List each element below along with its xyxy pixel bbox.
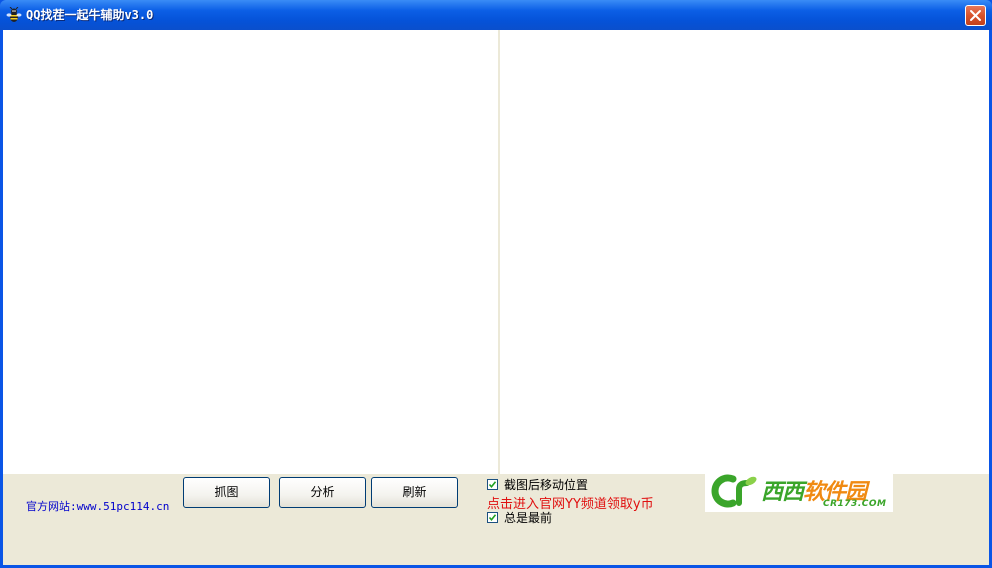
- bee-icon: [6, 6, 22, 23]
- checkmark-icon: [488, 480, 497, 488]
- move-after-capture-label: 截图后移动位置: [504, 477, 589, 492]
- left-image-pane[interactable]: [3, 30, 498, 474]
- title-bar[interactable]: QQ找茬一起牛辅助v3.0: [0, 0, 992, 30]
- right-image-pane[interactable]: [500, 30, 989, 474]
- app-window: QQ找茬一起牛辅助v3.0 官方网站:www.51pc114.cn 抓图 分析 …: [0, 0, 992, 568]
- close-button[interactable]: [965, 5, 986, 26]
- logo-domain: CR173.COM: [823, 499, 887, 509]
- cr173-logo: 西西软件园 CR173.COM: [705, 470, 893, 512]
- checkmark-icon: [488, 513, 497, 521]
- window-title: QQ找茬一起牛辅助v3.0: [26, 8, 154, 22]
- always-on-top-label: 总是最前: [504, 510, 553, 525]
- move-after-capture-option[interactable]: 截图后移动位置: [487, 477, 589, 492]
- refresh-button[interactable]: 刷新: [371, 477, 458, 508]
- cr-logo-mark: [711, 474, 757, 508]
- client-area: 官方网站:www.51pc114.cn 抓图 分析 刷新 截图后移动位置 点击进…: [3, 30, 989, 565]
- capture-button[interactable]: 抓图: [183, 477, 270, 508]
- analyze-button[interactable]: 分析: [279, 477, 366, 508]
- always-on-top-option[interactable]: 总是最前: [487, 510, 553, 525]
- move-after-capture-checkbox[interactable]: [487, 478, 498, 490]
- always-on-top-checkbox[interactable]: [487, 511, 498, 523]
- official-website-label[interactable]: 官方网站:www.51pc114.cn: [26, 498, 169, 514]
